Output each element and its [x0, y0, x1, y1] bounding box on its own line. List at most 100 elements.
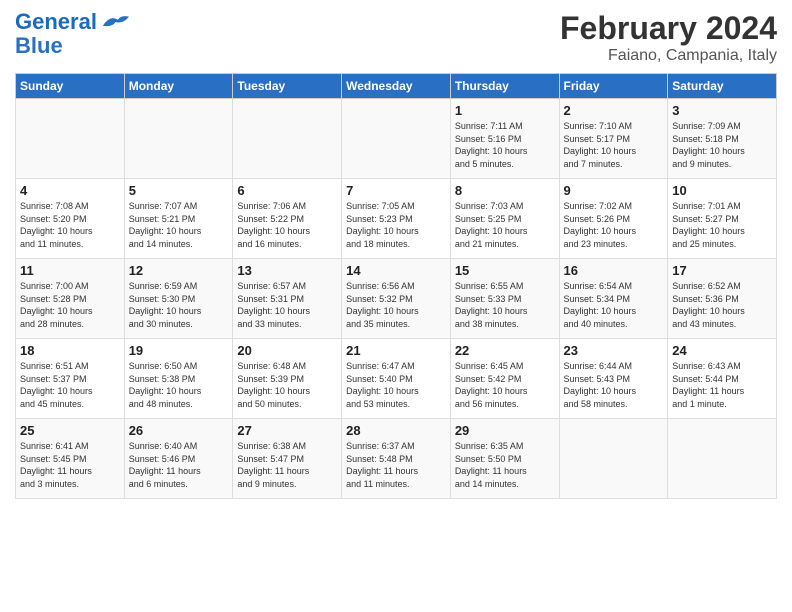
- calendar-cell: 16 Sunrise: 6:54 AM Sunset: 5:34 PM Dayli…: [559, 259, 668, 339]
- day-info: Sunrise: 6:35 AM Sunset: 5:50 PM Dayligh…: [455, 440, 555, 490]
- day-info: Sunrise: 6:51 AM Sunset: 5:37 PM Dayligh…: [20, 360, 120, 410]
- calendar-cell: [559, 419, 668, 499]
- calendar-cell: 29 Sunrise: 6:35 AM Sunset: 5:50 PM Dayli…: [450, 419, 559, 499]
- calendar-cell: 21 Sunrise: 6:47 AM Sunset: 5:40 PM Dayli…: [342, 339, 451, 419]
- logo-blue: Blue: [15, 34, 63, 58]
- calendar-cell: 20Sunrise: 6:48 AM Sunset: 5:39 PM Dayli…: [233, 339, 342, 419]
- day-info: Sunrise: 7:02 AM Sunset: 5:26 PM Dayligh…: [564, 200, 664, 250]
- calendar-week-row: 1 Sunrise: 7:11 AM Sunset: 5:16 PM Daylig…: [16, 99, 777, 179]
- day-info: Sunrise: 6:37 AM Sunset: 5:48 PM Dayligh…: [346, 440, 446, 490]
- day-number: 18: [20, 343, 120, 358]
- calendar-cell: [16, 99, 125, 179]
- calendar-cell: [124, 99, 233, 179]
- day-number: 4: [20, 183, 120, 198]
- calendar-cell: 10Sunrise: 7:01 AM Sunset: 5:27 PM Dayli…: [668, 179, 777, 259]
- day-number: 26: [129, 423, 229, 438]
- day-info: Sunrise: 6:56 AM Sunset: 5:32 PM Dayligh…: [346, 280, 446, 330]
- day-number: 9: [564, 183, 664, 198]
- calendar-title: February 2024: [560, 10, 777, 47]
- day-number: 14: [346, 263, 446, 278]
- day-number: 8: [455, 183, 555, 198]
- calendar-day-header: Friday: [559, 74, 668, 99]
- day-number: 3: [672, 103, 772, 118]
- day-number: 17: [672, 263, 772, 278]
- calendar-day-header: Wednesday: [342, 74, 451, 99]
- calendar-subtitle: Faiano, Campania, Italy: [560, 47, 777, 65]
- day-number: 7: [346, 183, 446, 198]
- calendar-cell: 28 Sunrise: 6:37 AM Sunset: 5:48 PM Dayli…: [342, 419, 451, 499]
- day-info: Sunrise: 6:44 AM Sunset: 5:43 PM Dayligh…: [564, 360, 664, 410]
- calendar-day-header: Saturday: [668, 74, 777, 99]
- day-info: Sunrise: 6:40 AM Sunset: 5:46 PM Dayligh…: [129, 440, 229, 490]
- calendar-cell: 13 Sunrise: 6:57 AM Sunset: 5:31 PM Dayli…: [233, 259, 342, 339]
- calendar-cell: 3 Sunrise: 7:09 AM Sunset: 5:18 PM Daylig…: [668, 99, 777, 179]
- day-info: Sunrise: 6:50 AM Sunset: 5:38 PM Dayligh…: [129, 360, 229, 410]
- day-info: Sunrise: 7:11 AM Sunset: 5:16 PM Dayligh…: [455, 120, 555, 170]
- calendar-cell: [668, 419, 777, 499]
- day-number: 21: [346, 343, 446, 358]
- calendar-week-row: 18 Sunrise: 6:51 AM Sunset: 5:37 PM Dayli…: [16, 339, 777, 419]
- day-info: Sunrise: 7:06 AM Sunset: 5:22 PM Dayligh…: [237, 200, 337, 250]
- calendar-week-row: 11Sunrise: 7:00 AM Sunset: 5:28 PM Dayli…: [16, 259, 777, 339]
- calendar-cell: [342, 99, 451, 179]
- calendar-cell: 6Sunrise: 7:06 AM Sunset: 5:22 PM Daylig…: [233, 179, 342, 259]
- day-number: 12: [129, 263, 229, 278]
- day-number: 15: [455, 263, 555, 278]
- title-block: February 2024 Faiano, Campania, Italy: [560, 10, 777, 65]
- day-number: 2: [564, 103, 664, 118]
- page-container: General Blue February 2024 Faiano, Campa…: [0, 0, 792, 509]
- calendar-day-header: Sunday: [16, 74, 125, 99]
- calendar-cell: 25 Sunrise: 6:41 AM Sunset: 5:45 PM Dayli…: [16, 419, 125, 499]
- day-number: 27: [237, 423, 337, 438]
- day-number: 1: [455, 103, 555, 118]
- calendar-week-row: 25 Sunrise: 6:41 AM Sunset: 5:45 PM Dayli…: [16, 419, 777, 499]
- calendar-week-row: 4Sunrise: 7:08 AM Sunset: 5:20 PM Daylig…: [16, 179, 777, 259]
- calendar-cell: 24Sunrise: 6:43 AM Sunset: 5:44 PM Dayli…: [668, 339, 777, 419]
- logo-text: General: [15, 10, 97, 34]
- day-number: 13: [237, 263, 337, 278]
- calendar-cell: 26 Sunrise: 6:40 AM Sunset: 5:46 PM Dayli…: [124, 419, 233, 499]
- day-number: 16: [564, 263, 664, 278]
- calendar-cell: 5Sunrise: 7:07 AM Sunset: 5:21 PM Daylig…: [124, 179, 233, 259]
- day-info: Sunrise: 7:07 AM Sunset: 5:21 PM Dayligh…: [129, 200, 229, 250]
- day-info: Sunrise: 6:59 AM Sunset: 5:30 PM Dayligh…: [129, 280, 229, 330]
- day-number: 19: [129, 343, 229, 358]
- day-info: Sunrise: 6:55 AM Sunset: 5:33 PM Dayligh…: [455, 280, 555, 330]
- calendar-cell: 18 Sunrise: 6:51 AM Sunset: 5:37 PM Dayli…: [16, 339, 125, 419]
- calendar-day-header: Monday: [124, 74, 233, 99]
- logo: General Blue: [15, 10, 129, 58]
- day-number: 28: [346, 423, 446, 438]
- calendar-cell: 1 Sunrise: 7:11 AM Sunset: 5:16 PM Daylig…: [450, 99, 559, 179]
- day-info: Sunrise: 6:47 AM Sunset: 5:40 PM Dayligh…: [346, 360, 446, 410]
- day-info: Sunrise: 6:41 AM Sunset: 5:45 PM Dayligh…: [20, 440, 120, 490]
- calendar-cell: 4Sunrise: 7:08 AM Sunset: 5:20 PM Daylig…: [16, 179, 125, 259]
- day-number: 20: [237, 343, 337, 358]
- day-number: 24: [672, 343, 772, 358]
- calendar-day-header: Thursday: [450, 74, 559, 99]
- day-number: 11: [20, 263, 120, 278]
- calendar-cell: 17Sunrise: 6:52 AM Sunset: 5:36 PM Dayli…: [668, 259, 777, 339]
- calendar-cell: 14 Sunrise: 6:56 AM Sunset: 5:32 PM Dayli…: [342, 259, 451, 339]
- calendar-cell: 15 Sunrise: 6:55 AM Sunset: 5:33 PM Dayli…: [450, 259, 559, 339]
- day-info: Sunrise: 6:54 AM Sunset: 5:34 PM Dayligh…: [564, 280, 664, 330]
- calendar-cell: [233, 99, 342, 179]
- day-info: Sunrise: 7:09 AM Sunset: 5:18 PM Dayligh…: [672, 120, 772, 170]
- calendar-table: SundayMondayTuesdayWednesdayThursdayFrid…: [15, 73, 777, 499]
- page-header: General Blue February 2024 Faiano, Campa…: [15, 10, 777, 65]
- day-info: Sunrise: 6:57 AM Sunset: 5:31 PM Dayligh…: [237, 280, 337, 330]
- calendar-cell: 11Sunrise: 7:00 AM Sunset: 5:28 PM Dayli…: [16, 259, 125, 339]
- day-info: Sunrise: 6:45 AM Sunset: 5:42 PM Dayligh…: [455, 360, 555, 410]
- calendar-cell: 27Sunrise: 6:38 AM Sunset: 5:47 PM Dayli…: [233, 419, 342, 499]
- logo-general: General: [15, 9, 97, 34]
- calendar-day-header: Tuesday: [233, 74, 342, 99]
- calendar-cell: 23Sunrise: 6:44 AM Sunset: 5:43 PM Dayli…: [559, 339, 668, 419]
- day-info: Sunrise: 7:03 AM Sunset: 5:25 PM Dayligh…: [455, 200, 555, 250]
- calendar-cell: 7Sunrise: 7:05 AM Sunset: 5:23 PM Daylig…: [342, 179, 451, 259]
- day-number: 25: [20, 423, 120, 438]
- calendar-cell: 2 Sunrise: 7:10 AM Sunset: 5:17 PM Daylig…: [559, 99, 668, 179]
- calendar-cell: 19 Sunrise: 6:50 AM Sunset: 5:38 PM Dayli…: [124, 339, 233, 419]
- day-number: 10: [672, 183, 772, 198]
- day-info: Sunrise: 7:10 AM Sunset: 5:17 PM Dayligh…: [564, 120, 664, 170]
- calendar-cell: 8 Sunrise: 7:03 AM Sunset: 5:25 PM Daylig…: [450, 179, 559, 259]
- day-number: 29: [455, 423, 555, 438]
